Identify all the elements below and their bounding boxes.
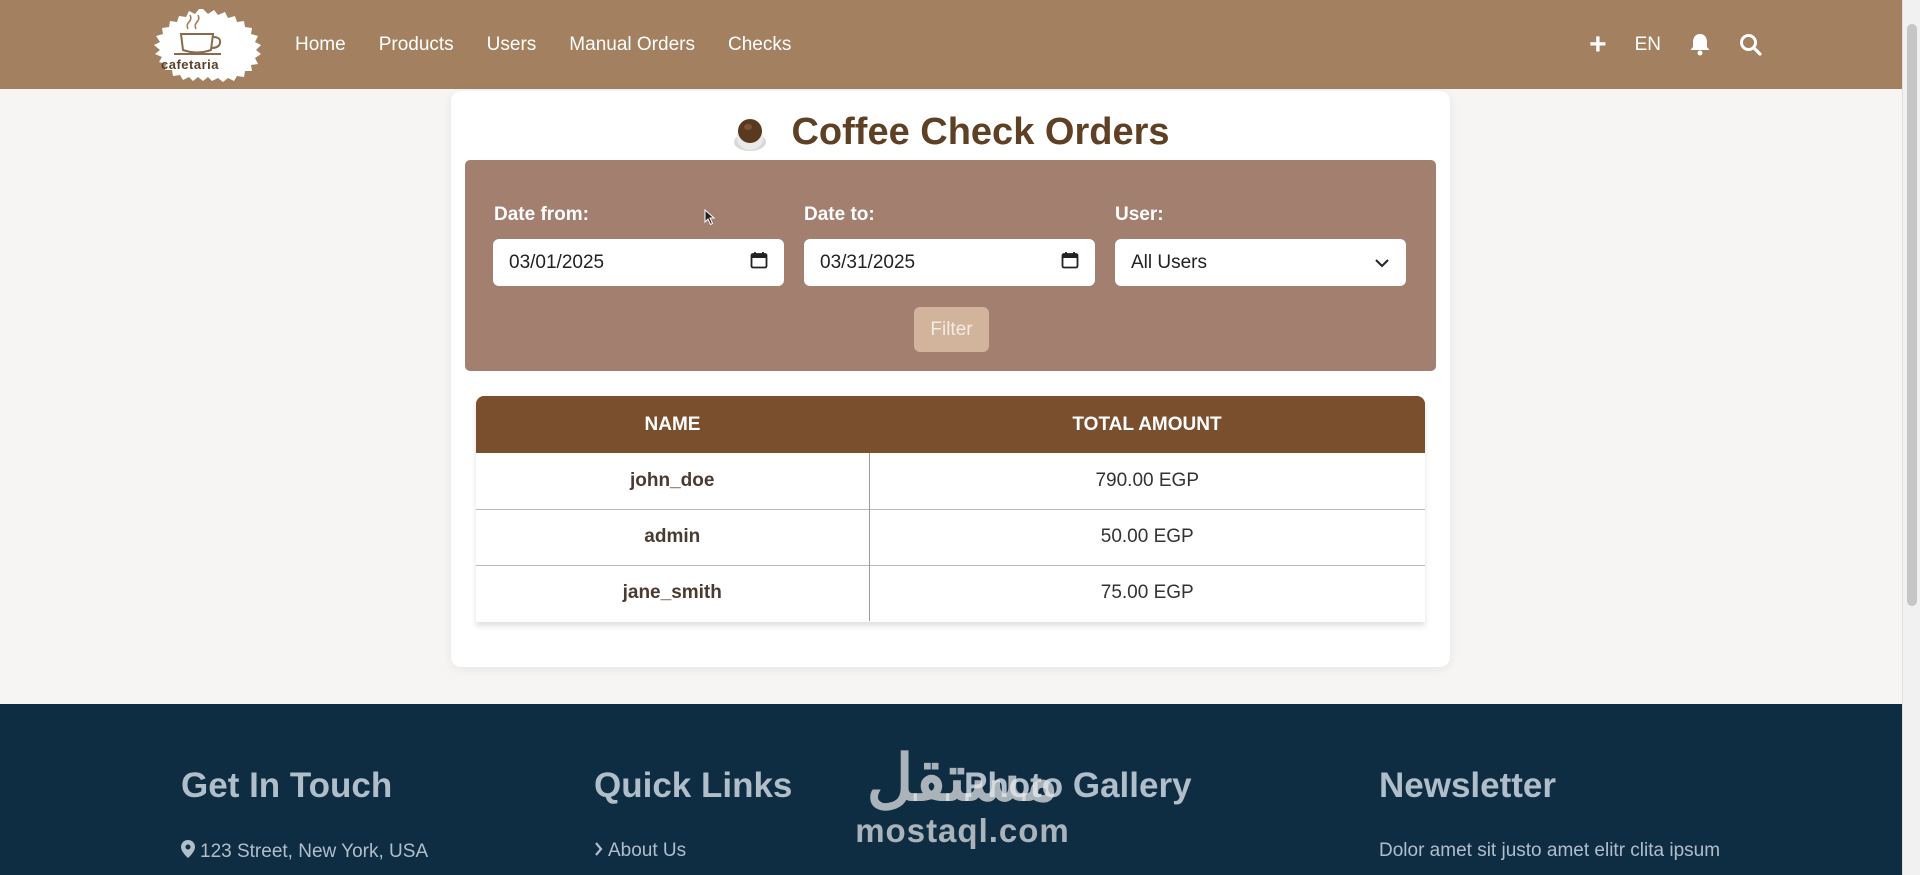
top-navbar: cafetaria Home Products Users Manual Ord… (0, 0, 1902, 89)
date-to-input[interactable]: 03/31/2025 (804, 239, 1095, 286)
check-orders-card: Coffee Check Orders Date from: 03/01/202… (451, 91, 1450, 667)
user-select[interactable]: All Users (1115, 239, 1406, 286)
plus-icon[interactable]: + (1589, 29, 1607, 60)
user-label: User: (1115, 204, 1164, 225)
user-select-value: All Users (1131, 251, 1208, 273)
nav-links: Home Products Users Manual Orders Checks (295, 0, 791, 89)
table-header-row: NAME TOTAL AMOUNT (476, 396, 1425, 453)
mostaql-watermark: مستقل mostaql.com (845, 745, 1080, 855)
row-name: admin (476, 508, 870, 565)
footer-newsletter-text: Dolor amet sit justo amet elitr clita ip… (1379, 840, 1721, 861)
row-total: 790.00 EGP (1095, 469, 1200, 491)
filter-panel: Date from: 03/01/2025 Date to: 03/31/202… (465, 160, 1436, 371)
table-row[interactable]: admin 50.00 EGP (476, 508, 1425, 565)
footer-address-text: 123 Street, New York, USA (200, 841, 429, 862)
table-row[interactable]: john_doe 790.00 EGP (476, 453, 1425, 509)
page-title: Coffee Check Orders (791, 111, 1170, 153)
checks-table: NAME TOTAL AMOUNT john_doe 790.00 EGP ad… (476, 396, 1425, 622)
language-selector[interactable]: EN (1635, 34, 1661, 56)
bell-icon[interactable] (1689, 33, 1711, 56)
footer-about-label: About Us (608, 840, 687, 861)
footer-quick-links-heading: Quick Links (594, 766, 793, 805)
row-total: 75.00 EGP (869, 564, 1425, 621)
column-header-name: NAME (644, 413, 701, 435)
chevron-down-icon (1374, 252, 1390, 274)
watermark-latin: mostaql.com (855, 812, 1070, 849)
nav-actions: + EN (1589, 0, 1762, 89)
date-from-label: Date from: (494, 204, 590, 225)
calendar-icon[interactable] (750, 251, 768, 275)
footer-get-in-touch-heading: Get In Touch (181, 766, 393, 805)
scrollbar-thumb[interactable] (1907, 24, 1917, 606)
row-name: john_doe (476, 453, 870, 509)
filter-button[interactable]: Filter (914, 307, 989, 352)
calendar-icon[interactable] (1061, 251, 1079, 275)
cafetaria-logo[interactable]: cafetaria (141, 7, 266, 82)
column-header-total: TOTAL AMOUNT (1072, 413, 1222, 435)
page-scrollbar[interactable] (1902, 0, 1920, 875)
nav-products[interactable]: Products (379, 34, 454, 56)
row-name: jane_smith (476, 564, 870, 621)
search-icon[interactable] (1739, 33, 1762, 56)
nav-manual-orders[interactable]: Manual Orders (569, 34, 695, 56)
page-title-row: Coffee Check Orders (451, 111, 1450, 154)
nav-home[interactable]: Home (295, 34, 346, 56)
mouse-cursor-icon (704, 208, 716, 231)
nav-checks[interactable]: Checks (728, 34, 791, 56)
date-to-label: Date to: (804, 204, 875, 225)
table-row[interactable]: jane_smith 75.00 EGP (476, 564, 1425, 621)
date-from-value: 03/01/2025 (509, 251, 605, 273)
watermark-arabic: مستقل (866, 742, 1059, 814)
footer-address: 123 Street, New York, USA (181, 840, 428, 864)
footer-link-about[interactable]: About Us (594, 840, 686, 862)
date-to-value: 03/31/2025 (820, 251, 916, 273)
map-marker-icon (181, 840, 195, 864)
chevron-right-icon (594, 840, 603, 862)
logo-text: cafetaria (161, 57, 219, 72)
nav-users[interactable]: Users (487, 34, 537, 56)
footer-newsletter-heading: Newsletter (1379, 766, 1557, 805)
date-from-input[interactable]: 03/01/2025 (493, 239, 784, 286)
coffee-cup-icon (731, 112, 769, 154)
row-total: 50.00 EGP (869, 508, 1425, 565)
